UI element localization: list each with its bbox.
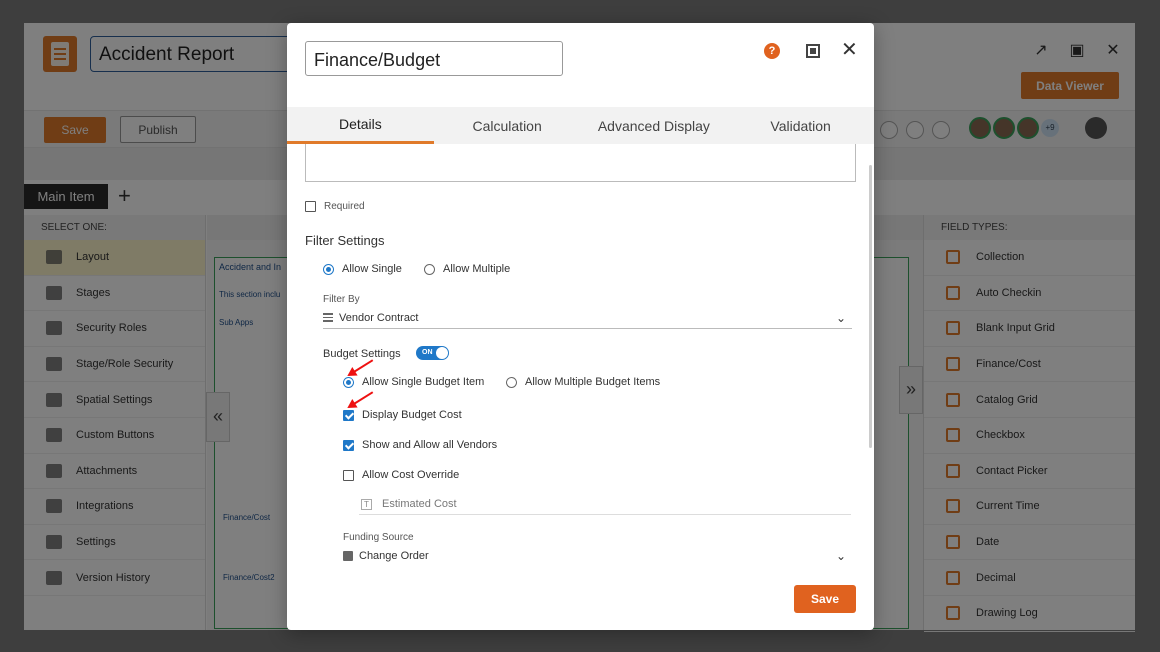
filter-settings-heading: Filter Settings — [305, 233, 385, 248]
filter-by-value: Vendor Contract — [339, 311, 419, 324]
description-textarea[interactable] — [305, 144, 856, 182]
scrollbar[interactable] — [869, 165, 872, 448]
budget-settings-heading: Budget Settings — [323, 348, 401, 360]
allow-single-budget-label: Allow Single Budget Item — [362, 376, 485, 388]
filter-by-label: Filter By — [323, 294, 360, 305]
allow-single-budget-row[interactable]: Allow Single Budget Item — [343, 376, 484, 388]
field-name-input[interactable]: Finance/Budget — [305, 41, 563, 76]
show-allow-vendors-label: Show and Allow all Vendors — [362, 439, 498, 451]
budget-settings-toggle[interactable]: ON — [416, 346, 449, 360]
estimated-cost-placeholder: Estimated Cost — [382, 498, 457, 510]
show-allow-vendors-checkbox[interactable] — [343, 439, 354, 451]
filter-by-select[interactable]: Vendor Contract ⌄ — [323, 307, 852, 329]
funding-source-value: Change Order — [359, 549, 429, 562]
chevron-down-icon: ⌄ — [835, 311, 846, 325]
allow-multiple-budget-row[interactable]: Allow Multiple Budget Items — [506, 376, 660, 388]
display-budget-cost-row[interactable]: Display Budget Cost — [343, 409, 462, 421]
allow-multiple-budget-label: Allow Multiple Budget Items — [525, 376, 661, 388]
details-panel: Required Filter Settings Allow Single Al… — [287, 144, 874, 564]
allow-single-row[interactable]: Allow Single — [323, 263, 402, 275]
tab-advanced-display[interactable]: Advanced Display — [581, 107, 728, 144]
annotation-arrow — [348, 391, 374, 408]
allow-cost-override-row[interactable]: Allow Cost Override — [343, 469, 459, 481]
estimated-cost-field[interactable]: T Estimated Cost — [359, 494, 851, 515]
allow-multiple-label: Allow Multiple — [443, 263, 511, 275]
display-budget-cost-label: Display Budget Cost — [362, 409, 462, 421]
allow-multiple-budget-radio[interactable] — [506, 376, 517, 388]
allow-cost-override-label: Allow Cost Override — [362, 469, 460, 481]
modal-save-button[interactable]: Save — [794, 585, 856, 613]
chevron-down-icon: ⌄ — [835, 549, 846, 563]
annotation-arrow — [348, 359, 374, 376]
filter-icon — [323, 313, 333, 322]
close-icon[interactable]: ✕ — [841, 40, 858, 60]
expand-icon[interactable] — [806, 44, 820, 58]
tab-calculation[interactable]: Calculation — [434, 107, 581, 144]
allow-multiple-radio[interactable] — [424, 263, 435, 275]
field-settings-modal: Finance/Budget ? ✕ Details Calculation A… — [287, 23, 874, 630]
modal-tabs: Details Calculation Advanced Display Val… — [287, 107, 874, 144]
funding-source-select[interactable]: Change Order ⌄ — [343, 545, 852, 564]
required-checkbox[interactable] — [305, 201, 316, 212]
allow-single-radio[interactable] — [323, 263, 334, 275]
help-icon[interactable]: ? — [764, 43, 780, 59]
allow-cost-override-checkbox[interactable] — [343, 469, 354, 481]
store-icon — [343, 550, 353, 561]
allow-single-label: Allow Single — [342, 263, 402, 275]
tab-details[interactable]: Details — [287, 107, 434, 144]
required-label: Required — [324, 201, 365, 212]
allow-multiple-row[interactable]: Allow Multiple — [424, 263, 510, 275]
tab-validation[interactable]: Validation — [727, 107, 874, 144]
funding-source-label: Funding Source — [343, 532, 414, 543]
show-allow-vendors-row[interactable]: Show and Allow all Vendors — [343, 439, 497, 451]
text-field-icon: T — [361, 498, 372, 510]
required-row[interactable]: Required — [305, 201, 365, 212]
